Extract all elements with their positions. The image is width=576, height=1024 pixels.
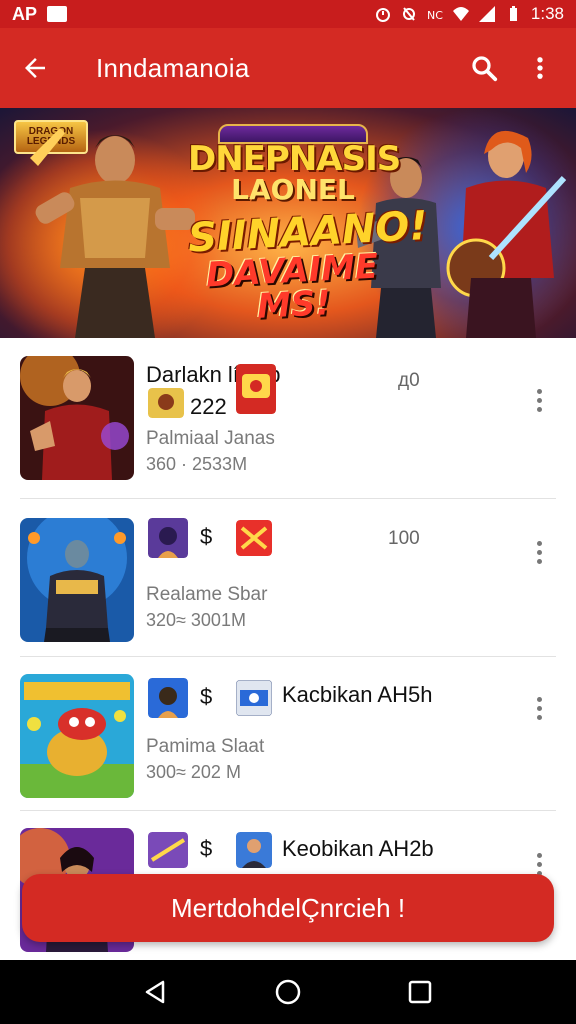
item-more-button[interactable] (527, 532, 551, 572)
item-more-button[interactable] (527, 688, 551, 728)
badge-icon (236, 364, 276, 414)
more-vert-icon (537, 57, 543, 79)
page-title: Inndamanoia (96, 52, 250, 83)
item-price: $ (200, 836, 213, 861)
overflow-menu-button[interactable] (516, 44, 564, 92)
clock: 1:38 (530, 4, 564, 23)
search-icon (472, 56, 498, 82)
status-right: NC 1:38 (375, 4, 564, 24)
mute-icon (402, 7, 415, 21)
item-subtitle: Palmiaal Janas (146, 428, 275, 449)
recents-square-icon (408, 980, 432, 1004)
divider (20, 498, 556, 499)
back-triangle-icon (145, 980, 165, 1004)
nav-recents-button[interactable] (390, 962, 450, 1022)
nav-home-button[interactable] (258, 962, 318, 1022)
app-bar: Inndamanoia (0, 28, 576, 108)
item-subtitle: Realame Sbar (146, 584, 268, 605)
list-item[interactable]: $ 100 Realame Sbar 320≈ 3001M (0, 500, 576, 660)
item-title: Keobikan AH2b (282, 836, 434, 861)
back-button[interactable] (0, 28, 70, 108)
divider (20, 810, 556, 811)
carrier-label: AP (12, 3, 38, 24)
search-button[interactable] (460, 44, 508, 92)
app-actions (460, 44, 564, 92)
game-thumbnail (20, 356, 134, 480)
item-number: 100 (388, 528, 420, 549)
item-meta: 300≈ 202 M (146, 762, 241, 782)
banner-title-line2: LAONEL (231, 173, 355, 206)
primary-action-button[interactable]: MertdohdelÇnrcieh ! (22, 874, 554, 942)
game-mini-icon (148, 518, 188, 558)
item-more-button[interactable] (527, 380, 551, 420)
promo-banner[interactable]: DRAGON LEGENDS DNEPNASIS LAONEL SIINAANO… (0, 108, 576, 338)
game-mini-icon (148, 678, 188, 718)
game-mini-icon (148, 388, 184, 418)
game-mini-icon (148, 832, 188, 868)
item-price: $ (200, 684, 213, 709)
battery-icon (509, 6, 517, 21)
item-meta: 360 · 2533M (146, 454, 248, 474)
game-thumbnail (20, 518, 134, 642)
badge-icon (236, 832, 272, 868)
banner-title-line1: DNEPNASIS (188, 139, 401, 179)
signal-icon (478, 6, 495, 22)
notification-icon (47, 6, 68, 22)
list-item[interactable]: Darlakn líaiap 222 д0 Palmiaal Janas 360… (0, 338, 576, 499)
item-title: Kacbikan AH5h (282, 682, 433, 707)
game-thumbnail (20, 674, 134, 798)
nfc-icon: NC (427, 9, 443, 22)
guitarist-hero-image (446, 130, 566, 338)
banner-title-group: DNEPNASIS LAONEL SIINAANO! DAVAIME MS! (187, 124, 429, 327)
divider (20, 656, 556, 657)
badge-icon (236, 520, 272, 556)
item-subtitle: Pamima Slaat (146, 736, 265, 757)
home-circle-icon (275, 979, 301, 1005)
item-price: 222 (190, 394, 227, 419)
item-number: д0 (398, 370, 420, 391)
warrior-hero-image (30, 128, 195, 338)
status-bar: AP NC 1:38 (0, 0, 576, 28)
wifi-icon (452, 7, 469, 21)
list-item[interactable]: $ Kacbikan AH5h Pamima Slaat 300≈ 202 M (0, 658, 576, 818)
alarm-icon (375, 8, 390, 22)
arrow-left-icon (25, 58, 45, 78)
item-price: $ (200, 524, 213, 549)
banner-title-line4: DAVAIME MS! (205, 246, 380, 327)
svg-text:NC: NC (427, 9, 443, 22)
nav-back-button[interactable] (126, 962, 186, 1022)
system-nav-bar (0, 960, 576, 1024)
item-meta: 320≈ 3001M (146, 610, 246, 630)
status-left: AP (12, 3, 68, 25)
badge-icon (236, 680, 272, 716)
